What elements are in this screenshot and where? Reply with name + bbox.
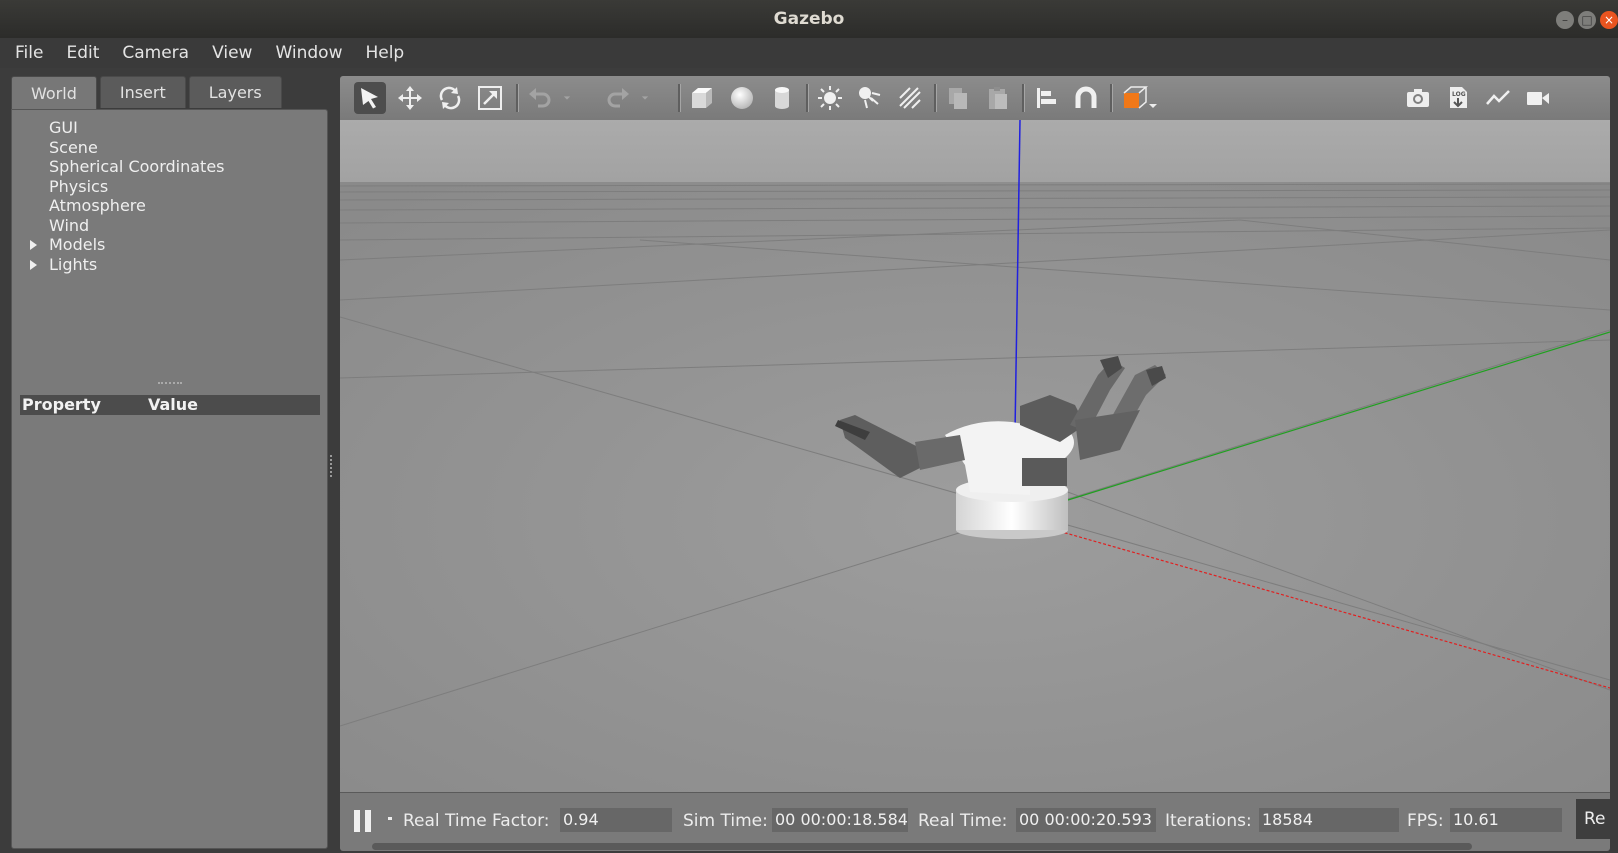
tree-item-models[interactable]: Models [12,235,327,255]
tree-item-gui[interactable]: GUI [12,118,327,138]
real-time-factor-value: 0.94 [560,808,672,832]
screenshot-camera-icon[interactable] [1402,82,1434,114]
tab-world[interactable]: World [11,76,97,110]
tree-item-atmosphere[interactable]: Atmosphere [12,196,327,216]
tree-item-label: Atmosphere [49,196,146,215]
real-time-label: Real Time: [918,811,1008,831]
window-titlebar: Gazebo – □ × [0,0,1618,38]
tree-item-label: GUI [49,118,78,137]
fps-label: FPS: [1407,811,1444,831]
tree-item-physics[interactable]: Physics [12,177,327,197]
window-title: Gazebo [773,9,845,29]
tree-item-label: Scene [49,137,98,157]
menu-view[interactable]: View [212,43,252,63]
horizontal-scrollbar[interactable] [372,843,1472,850]
directional-light-icon[interactable] [894,82,926,114]
toolbar-separator [934,84,937,112]
3d-scene-view[interactable] [340,120,1610,792]
point-light-icon[interactable] [814,82,846,114]
rotate-icon[interactable] [434,82,466,114]
undo-dropdown-icon[interactable] [556,82,578,114]
property-table-header: Property Value [20,395,320,415]
maximize-button[interactable]: □ [1578,11,1596,29]
tree-item-label: Spherical Coordinates [49,157,225,176]
tab-insert[interactable]: Insert [99,76,186,108]
copy-icon[interactable] [942,82,974,114]
tree-item-label: Physics [49,176,109,196]
property-column-header: Property [22,395,101,414]
redo-dropdown-icon[interactable] [634,82,656,114]
expand-arrow-icon[interactable] [30,240,37,250]
world-panel: GUI Scene Spherical Coordinates Physics … [11,109,328,849]
menu-camera[interactable]: Camera [122,43,189,63]
iterations-value: 18584 [1259,808,1399,832]
real-time-value: 00 00:00:20.593 [1016,808,1156,832]
tree-item-label: Wind [49,215,90,235]
video-record-icon[interactable] [1522,82,1554,114]
panel-splitter[interactable] [330,455,334,477]
minimize-button[interactable]: – [1556,11,1574,29]
expand-arrow-icon[interactable] [30,259,37,270]
fps-value: 10.61 [1450,808,1562,832]
toolbar-separator [516,84,519,112]
log-record-icon[interactable]: LOG [1442,82,1474,114]
toolbar-separator [806,84,809,112]
status-bar: Real Time Factor: 0.94 Sim Time: 00 00:0… [340,792,1610,851]
panel-resize-grip[interactable] [158,382,182,387]
toolbar-separator [1022,84,1025,112]
select-arrow-icon[interactable] [354,82,386,114]
real-time-factor-label: Real Time Factor: [403,811,550,831]
reset-button[interactable]: Re [1576,799,1610,839]
tree-item-label: Models [49,235,106,254]
tree-item-wind[interactable]: Wind [12,216,327,236]
world-tree: GUI Scene Spherical Coordinates Physics … [12,118,327,274]
snap-magnet-icon[interactable] [1070,82,1102,114]
align-icon[interactable] [1030,82,1062,114]
toolbar-separator [678,84,681,112]
paste-icon[interactable] [982,82,1014,114]
plot-icon[interactable] [1482,82,1514,114]
sphere-shape-icon[interactable] [726,82,758,114]
window-controls: – □ × [1556,11,1618,29]
menu-window[interactable]: Window [275,43,342,63]
menu-help[interactable]: Help [365,43,404,63]
tree-item-scene[interactable]: Scene [12,138,327,158]
menu-bar: File Edit Camera View Window Help [0,38,1618,68]
value-column-header: Value [148,395,199,414]
tree-item-lights[interactable]: Lights [12,255,327,275]
translate-icon[interactable] [394,82,426,114]
menu-file[interactable]: File [15,43,43,63]
sim-time-value: 00 00:00:18.584 [772,808,908,832]
tab-layers[interactable]: Layers [188,76,282,108]
step-icon[interactable] [388,817,392,820]
toolbar-separator [1110,84,1113,112]
iterations-label: Iterations: [1165,811,1252,831]
tree-item-label: Lights [49,254,98,274]
svg-text:LOG: LOG [1452,91,1466,98]
left-panel: World Insert Layers GUI Scene Spherical … [11,76,328,851]
cylinder-shape-icon[interactable] [766,82,798,114]
close-button[interactable]: × [1600,11,1618,29]
panel-tabs: World Insert Layers [11,76,282,110]
render-area: LOG Real Time Factor: 0.94 Sim Time: 00 … [340,76,1610,851]
view-angle-icon[interactable] [1118,82,1162,114]
scene-toolbar: LOG [340,76,1610,121]
pause-icon[interactable] [354,810,374,832]
box-shape-icon[interactable] [686,82,718,114]
sky [340,120,1610,182]
spot-light-icon[interactable] [854,82,886,114]
undo-icon[interactable] [524,82,556,114]
redo-icon[interactable] [602,82,634,114]
scale-icon[interactable] [474,82,506,114]
sim-time-label: Sim Time: [683,811,768,831]
tree-item-spherical-coordinates[interactable]: Spherical Coordinates [12,157,327,177]
menu-edit[interactable]: Edit [66,43,99,63]
